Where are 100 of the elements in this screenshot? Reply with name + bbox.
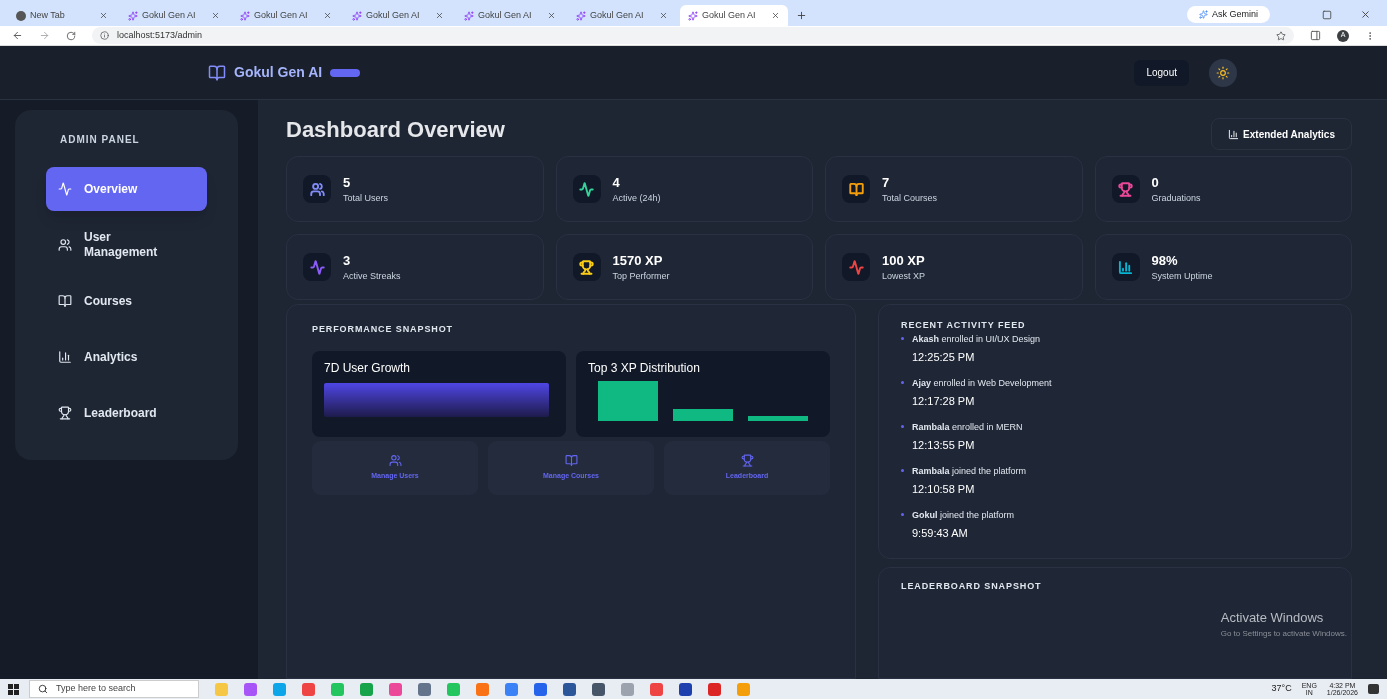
stat-label: Total Users xyxy=(343,192,388,205)
spark-icon xyxy=(128,10,138,21)
activity-text: Rambala joined the platform xyxy=(912,464,1027,478)
app-icon[interactable] xyxy=(679,682,692,696)
users-icon xyxy=(388,453,402,467)
browser-tab[interactable]: Gokul Gen AI xyxy=(344,5,452,26)
browser-tab[interactable]: Gokul Gen AI xyxy=(456,5,564,26)
app-icon[interactable] xyxy=(563,682,576,696)
nav-item[interactable]: Leaderboard xyxy=(46,391,207,435)
app-icon[interactable] xyxy=(302,682,315,696)
tab-title: Gokul Gen AI xyxy=(478,8,533,22)
nav-item[interactable]: User Management xyxy=(46,223,207,267)
activity-text: Rambala enrolled in MERN xyxy=(912,420,1023,434)
stat-value: 7 xyxy=(882,173,891,192)
stat-value: 0 xyxy=(1151,173,1160,192)
theme-toggle[interactable] xyxy=(1209,58,1237,87)
app-icon[interactable] xyxy=(592,682,605,696)
restore-icon[interactable] xyxy=(1322,10,1332,20)
extended-analytics-button[interactable]: Extended Analytics xyxy=(1211,118,1352,150)
activity-text: Ajay enrolled in Web Development xyxy=(912,376,1052,390)
brand-name: Gokul Gen AI xyxy=(234,63,323,82)
trophy-icon xyxy=(740,453,754,467)
stat-value: 1570 XP xyxy=(612,251,664,270)
windows-icon[interactable] xyxy=(8,683,19,695)
page-title: Dashboard Overview xyxy=(286,115,505,144)
stat-label: Active Streaks xyxy=(343,270,401,283)
stat-label: Graduations xyxy=(1151,192,1201,205)
activity-time: 12:13:55 PM xyxy=(912,438,976,453)
tab-title: Gokul Gen AI xyxy=(142,8,197,22)
spark-icon xyxy=(576,10,586,21)
pulse-icon xyxy=(58,182,72,196)
book-icon xyxy=(564,453,578,467)
panel-title: ADMIN PANEL xyxy=(59,133,141,147)
browser-tab[interactable]: New Tab xyxy=(8,5,116,26)
app-icon[interactable] xyxy=(505,682,518,696)
side-panel-icon[interactable] xyxy=(1310,30,1321,41)
activation-notice: Activate Windows xyxy=(1220,609,1325,627)
close-icon[interactable] xyxy=(659,11,668,20)
sparkle-icon xyxy=(1199,10,1208,19)
close-icon[interactable] xyxy=(211,11,220,20)
new-tab-icon[interactable] xyxy=(796,10,807,21)
activity-time: 12:10:58 PM xyxy=(912,482,976,497)
browser-tab[interactable]: Gokul Gen AI xyxy=(680,5,788,26)
activation-hint: Go to Settings to activate Windows. xyxy=(1220,627,1347,640)
taskbar-search[interactable]: Type here to search xyxy=(29,680,199,698)
browser-tab[interactable]: Gokul Gen AI xyxy=(120,5,228,26)
nav-item[interactable]: Analytics xyxy=(46,335,207,379)
activity-text: Akash enrolled in UI/UX Design xyxy=(912,332,1041,346)
stat-value: 5 xyxy=(343,173,352,192)
activity-time: 12:25:25 PM xyxy=(912,350,976,365)
app-icon[interactable] xyxy=(650,682,663,696)
activity-time: 9:59:43 AM xyxy=(912,526,969,541)
url-text: localhost:5173/admin xyxy=(117,28,203,42)
nav-item[interactable]: Courses xyxy=(46,279,207,323)
reload-icon[interactable] xyxy=(66,30,76,41)
close-icon[interactable] xyxy=(771,11,780,20)
browser-tab[interactable]: Gokul Gen AI xyxy=(232,5,340,26)
section-title: LEADERBOARD SNAPSHOT xyxy=(901,580,1043,593)
star-icon[interactable] xyxy=(1276,30,1286,41)
app-icon[interactable] xyxy=(708,682,721,696)
close-icon[interactable] xyxy=(547,11,556,20)
logout-button[interactable]: Logout xyxy=(1134,59,1189,86)
stat-label: System Uptime xyxy=(1151,270,1213,283)
users-icon xyxy=(58,238,72,252)
activity-text: Gokul joined the platform xyxy=(912,508,1015,522)
bar-chart-icon xyxy=(58,350,72,364)
stat-label: Total Courses xyxy=(882,192,938,205)
back-icon[interactable] xyxy=(12,30,23,41)
tab-title: Gokul Gen AI xyxy=(366,8,421,22)
spark-icon xyxy=(352,10,362,21)
stat-value: 100 XP xyxy=(882,251,926,270)
tab-title: Gokul Gen AI xyxy=(702,8,757,22)
spark-icon xyxy=(688,10,698,21)
stat-value: 4 xyxy=(612,173,621,192)
tab-title: New Tab xyxy=(30,8,66,22)
spark-icon xyxy=(464,10,474,21)
app-icon[interactable] xyxy=(418,682,431,696)
spark-icon xyxy=(240,10,250,21)
section-title: PERFORMANCE SNAPSHOT xyxy=(312,323,454,336)
chart-title: 7D User Growth xyxy=(324,359,412,377)
app-icon[interactable] xyxy=(534,682,547,696)
section-title: RECENT ACTIVITY FEED xyxy=(901,319,1027,332)
trophy-icon xyxy=(58,406,72,420)
forward-icon[interactable] xyxy=(39,30,50,41)
chart-title: Top 3 XP Distribution xyxy=(588,359,701,377)
browser-tab[interactable]: Gokul Gen AI xyxy=(568,5,676,26)
close-icon[interactable] xyxy=(99,11,108,20)
stat-value: 98% xyxy=(1151,251,1179,270)
close-icon[interactable] xyxy=(323,11,332,20)
search-icon xyxy=(38,684,48,694)
gemini-button[interactable]: Ask Gemini xyxy=(1187,6,1270,23)
tab-title: Gokul Gen AI xyxy=(254,8,309,22)
close-icon[interactable] xyxy=(435,11,444,20)
address-bar[interactable]: localhost:5173/admin xyxy=(92,27,1294,44)
close-icon[interactable] xyxy=(1360,9,1371,20)
nav-item[interactable]: Overview xyxy=(46,167,207,211)
tab-title: Gokul Gen AI xyxy=(590,8,645,22)
brand-pill xyxy=(330,68,361,77)
weather-text: 37°C xyxy=(1271,682,1292,696)
app-icon[interactable] xyxy=(244,682,257,696)
